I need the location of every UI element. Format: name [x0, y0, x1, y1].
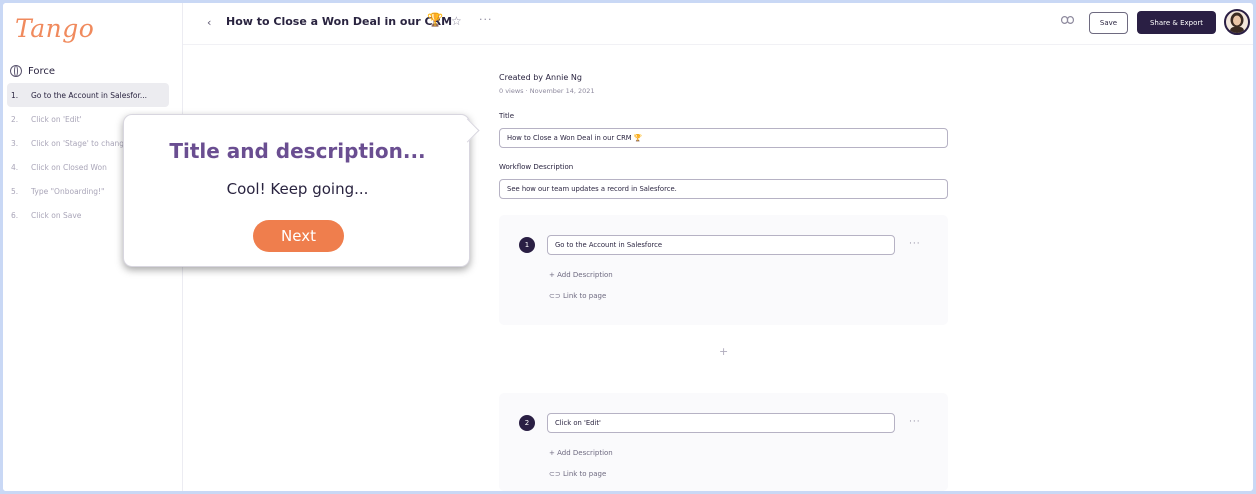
step-title-input[interactable]: Click on 'Edit': [547, 413, 895, 433]
sidebar-step-number: 2.: [11, 114, 19, 124]
views-date-label: 0 views · November 14, 2021: [499, 87, 595, 95]
top-header: ‹ How to Close a Won Deal in our CRM 🏆 ☆…: [183, 3, 1253, 45]
sidebar-step-number: 3.: [11, 138, 19, 148]
brand-label: Force: [28, 65, 56, 77]
step-more-icon[interactable]: ···: [909, 417, 921, 427]
sidebar-step-label: Click on 'Edit': [31, 114, 82, 124]
link-to-page-label: Link to page: [562, 292, 607, 300]
step-title-input[interactable]: Go to the Account in Salesforce: [547, 235, 895, 255]
sidebar-step-label: Type "Onboarding!": [31, 186, 105, 196]
globe-icon: [10, 65, 22, 77]
description-label: Workflow Description: [499, 163, 574, 171]
sidebar-step-number: 1.: [11, 90, 19, 100]
back-icon[interactable]: ‹: [207, 16, 211, 29]
avatar-image: [1230, 12, 1244, 33]
sidebar-step-1[interactable]: 1. Go to the Account in Salesfor...: [7, 83, 169, 107]
trophy-icon: 🏆: [427, 13, 444, 28]
step-card-1: 1 Go to the Account in Salesforce ··· + …: [499, 215, 948, 325]
tooltip-title: Title and description...: [169, 139, 426, 163]
avatar[interactable]: [1224, 9, 1250, 35]
sidebar-step-label: Click on Save: [31, 210, 82, 220]
app-window: Tango Force 1. Go to the Account in Sale…: [3, 3, 1253, 491]
tango-logo[interactable]: Tango: [15, 14, 94, 43]
link-icon: ⊂⊃: [549, 470, 563, 478]
tooltip-body: Cool! Keep going...: [226, 180, 369, 198]
sidebar-step-label: Go to the Account in Salesfor...: [31, 90, 148, 100]
sidebar-step-label: Click on 'Stage' to chang: [31, 138, 125, 148]
sidebar-step-number: 6.: [11, 210, 19, 220]
title-input[interactable]: How to Close a Won Deal in our CRM 🏆: [499, 128, 948, 148]
onboarding-tooltip: Title and description... Cool! Keep goin…: [123, 114, 470, 267]
step-more-icon[interactable]: ···: [909, 239, 921, 249]
step-card-2: 2 Click on 'Edit' ··· + Add Description …: [499, 393, 948, 491]
sidebar-step-label: Click on Closed Won: [31, 162, 107, 172]
description-input[interactable]: See how our team updates a record in Sal…: [499, 179, 948, 199]
star-icon[interactable]: ☆: [451, 14, 462, 28]
next-button[interactable]: Next: [253, 220, 344, 252]
save-button[interactable]: Save: [1089, 12, 1128, 34]
author-label: Created by Annie Ng: [499, 73, 582, 82]
link-to-page-label: Link to page: [562, 470, 607, 478]
link-to-page-link[interactable]: ⊂⊃ Link to page: [549, 292, 606, 300]
add-step-icon[interactable]: +: [719, 345, 728, 358]
more-options-icon[interactable]: ···: [479, 13, 493, 26]
link-icon: ⊂⊃: [549, 292, 563, 300]
add-description-link[interactable]: + Add Description: [549, 449, 613, 457]
link-icon[interactable]: [1061, 16, 1074, 24]
title-label: Title: [499, 112, 515, 120]
sidebar-step-number: 4.: [11, 162, 19, 172]
workflow-brand: Force: [10, 65, 55, 77]
sidebar-step-number: 5.: [11, 186, 19, 196]
link-to-page-link[interactable]: ⊂⊃ Link to page: [549, 470, 606, 478]
step-number-badge: 1: [519, 237, 535, 253]
step-number-badge: 2: [519, 415, 535, 431]
add-description-link[interactable]: + Add Description: [549, 271, 613, 279]
page-title: How to Close a Won Deal in our CRM: [226, 15, 453, 28]
share-export-button[interactable]: Share & Export: [1137, 11, 1216, 34]
